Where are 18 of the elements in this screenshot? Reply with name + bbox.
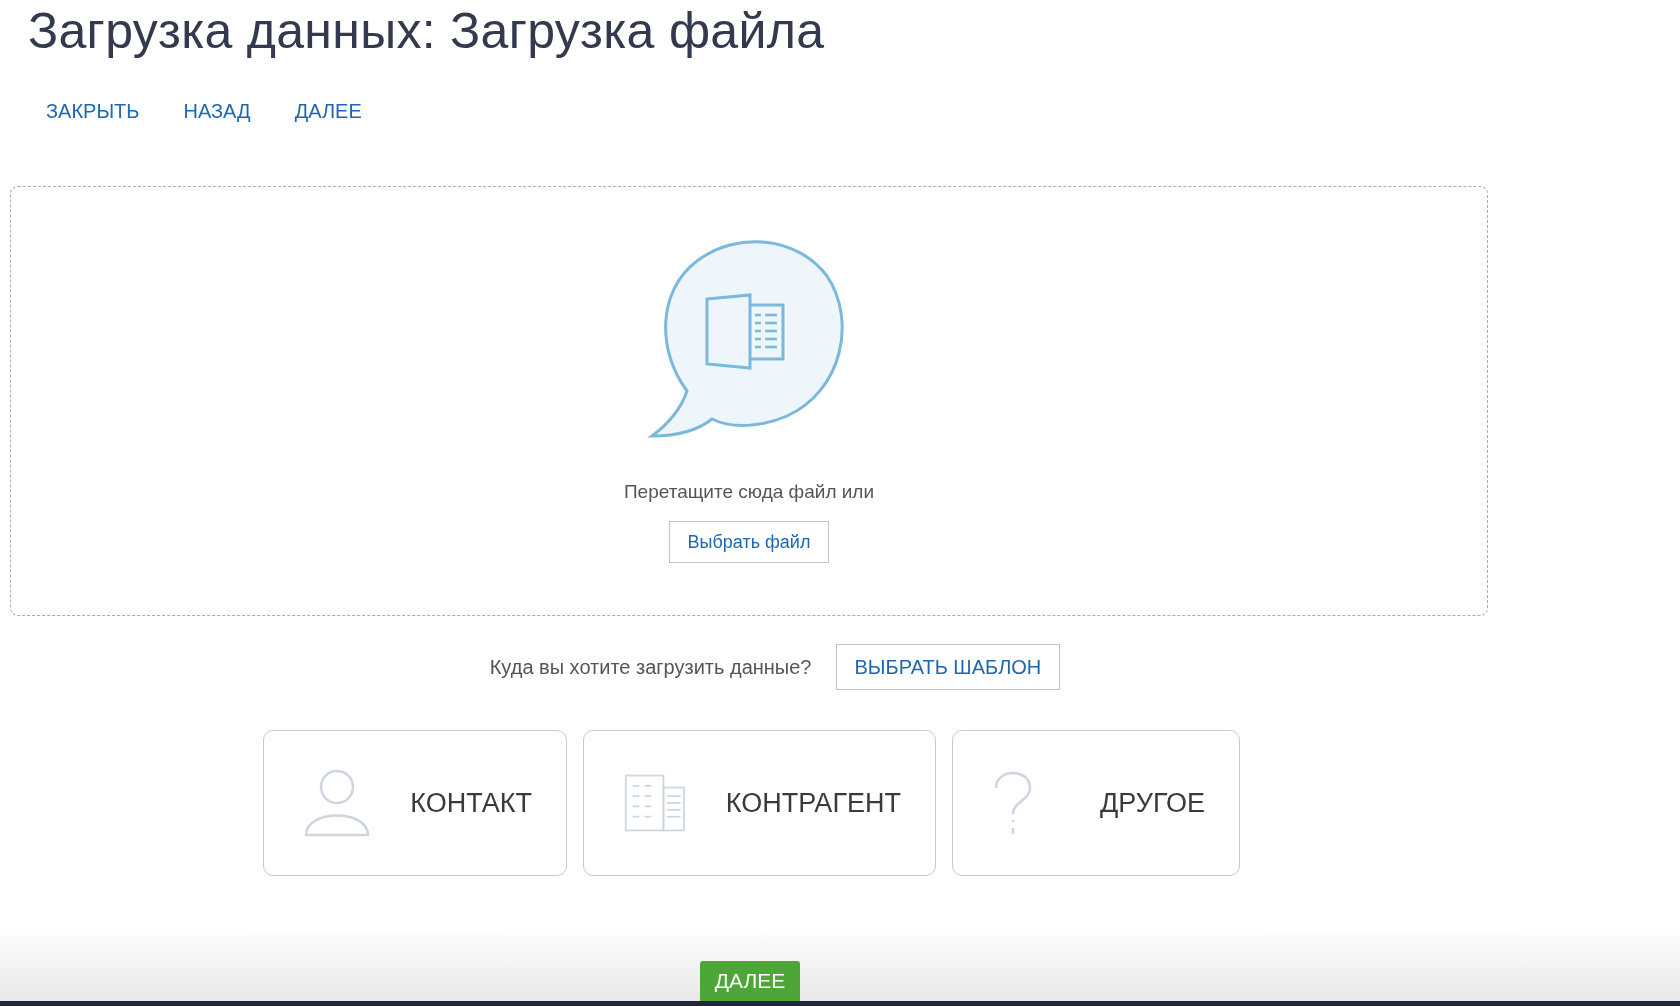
card-label: КОНТАКТ	[410, 787, 532, 819]
nav-link[interactable]: НАЗАД	[183, 100, 251, 123]
page-title: Загрузка данных: Загрузка файла	[27, 2, 826, 61]
card-label: ДРУГОЕ	[1100, 787, 1205, 819]
entity-card[interactable]: КОНТРАГЕНТ	[583, 730, 936, 876]
question-mark-icon	[993, 770, 1033, 836]
file-dropzone[interactable]: Перетащите сюда файл или Выбрать файл	[10, 186, 1488, 616]
dropzone-hint: Перетащите сюда файл или	[623, 481, 875, 503]
nav-link[interactable]: ДАЛЕЕ	[294, 100, 362, 123]
next-button[interactable]: ДАЛЕЕ	[700, 961, 800, 1001]
entity-card[interactable]: КОНТАКТ	[263, 730, 567, 876]
entity-card[interactable]: ДРУГОЕ	[952, 730, 1240, 876]
choose-file-button[interactable]: Выбрать файл	[668, 521, 830, 563]
person-icon	[304, 769, 370, 837]
target-question: Куда вы хотите загрузить данные?	[489, 655, 812, 679]
card-label: КОНТРАГЕНТ	[725, 787, 901, 819]
choose-template-button[interactable]: ВЫБРАТЬ ШАБЛОН	[835, 644, 1061, 690]
nav-link[interactable]: ЗАКРЫТЬ	[46, 100, 140, 123]
